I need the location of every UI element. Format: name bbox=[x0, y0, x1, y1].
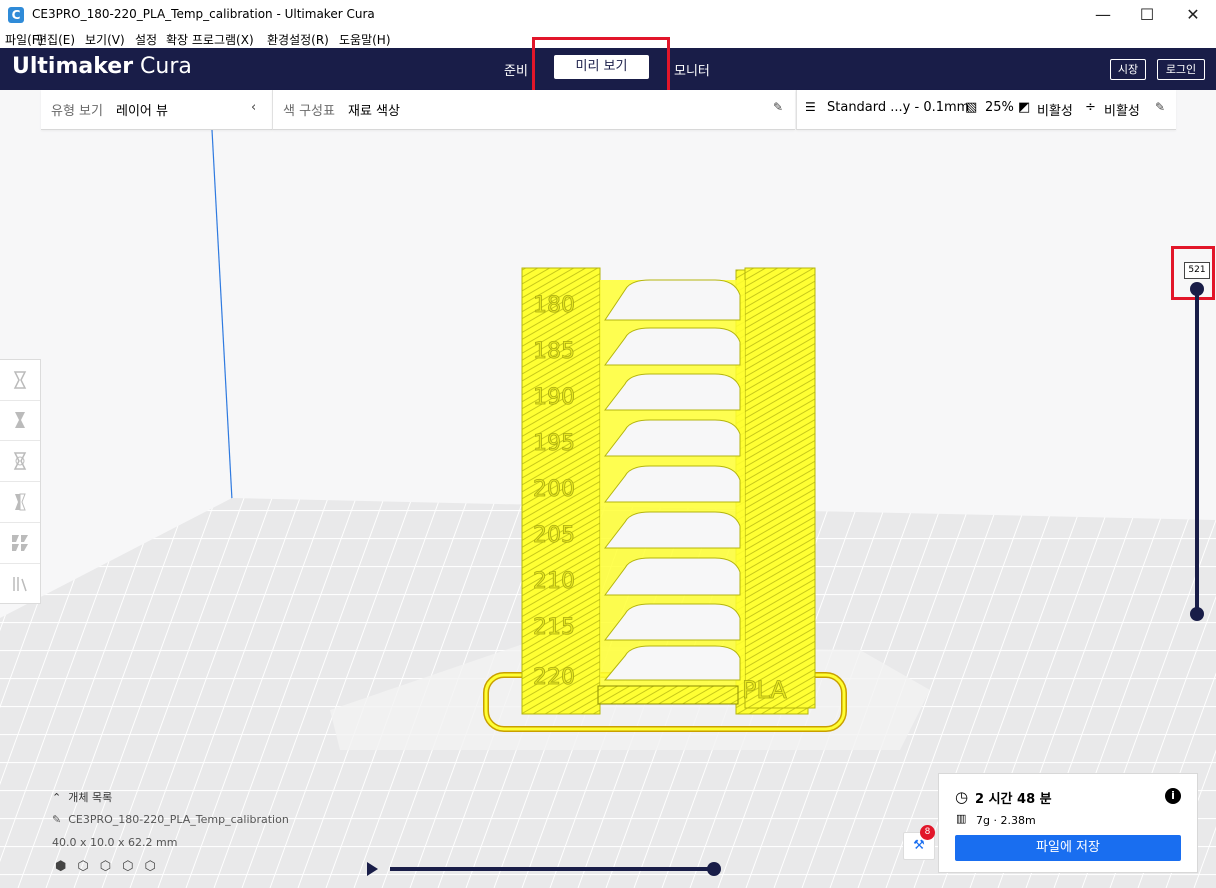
material-usage: 7g · 2.38m bbox=[976, 814, 1036, 827]
infill-value: 25% bbox=[985, 100, 1014, 115]
rotate-tool-icon[interactable] bbox=[0, 441, 40, 482]
save-to-file-button[interactable]: 파일에 저장 bbox=[955, 835, 1181, 861]
adhesion-icon: ÷ bbox=[1085, 100, 1096, 115]
object-filename-row: ✎ CE3PRO_180-220_PLA_Temp_calibration bbox=[52, 813, 289, 826]
layer-slider-lower-handle[interactable] bbox=[1190, 607, 1204, 621]
tab-prepare[interactable]: 준비 bbox=[504, 60, 528, 79]
view-top-icon[interactable]: ⬡ bbox=[100, 859, 122, 874]
edit-settings-pencil-icon[interactable]: ✎ bbox=[1155, 100, 1165, 114]
menu-help[interactable]: 도움말(H) bbox=[339, 31, 391, 48]
highlight-box-preview bbox=[532, 37, 670, 96]
3d-viewport[interactable]: 180 185 190 195 200 205 210 215 220 PLA bbox=[0, 90, 1216, 888]
simulation-slider-handle[interactable] bbox=[707, 862, 721, 876]
view-front-icon[interactable]: ⬡ bbox=[77, 859, 99, 874]
play-icon[interactable] bbox=[367, 862, 378, 876]
per-model-settings-icon[interactable] bbox=[0, 523, 40, 564]
view-type-value[interactable]: 레이어 뷰 bbox=[116, 100, 168, 119]
maximize-button[interactable]: ☐ bbox=[1124, 0, 1170, 30]
object-list-toggle[interactable]: ⌃ 개체 목록 bbox=[52, 789, 112, 805]
infill-icon: ▧ bbox=[965, 100, 978, 115]
temp-label-215: 215 bbox=[533, 615, 575, 640]
collapse-chevron-icon[interactable]: ‹ bbox=[251, 100, 256, 115]
layer-slider-upper-handle[interactable] bbox=[1190, 282, 1204, 296]
print-time: 2 시간 48 분 bbox=[975, 792, 1052, 807]
camera-view-buttons[interactable]: ⬢⬡⬡⬡⬡ bbox=[55, 859, 167, 874]
view-left-icon[interactable]: ⬡ bbox=[122, 859, 144, 874]
view-type-label: 유형 보기 bbox=[51, 104, 103, 119]
support-value: 비활성 bbox=[1037, 104, 1073, 119]
layer-slider-track[interactable] bbox=[1195, 289, 1199, 614]
scale-tool-icon[interactable] bbox=[0, 400, 40, 441]
edit-pencil-icon[interactable]: ✎ bbox=[52, 813, 61, 826]
material-label: PLA bbox=[742, 676, 787, 704]
close-button[interactable]: ✕ bbox=[1170, 0, 1216, 30]
temp-label-180: 180 bbox=[533, 293, 575, 318]
tab-monitor[interactable]: 모니터 bbox=[674, 60, 710, 79]
move-tool-icon[interactable] bbox=[0, 360, 40, 401]
temp-label-210: 210 bbox=[533, 569, 575, 594]
menu-settings[interactable]: 설정 bbox=[135, 31, 157, 48]
object-list-header: 개체 목록 bbox=[68, 791, 113, 804]
color-scheme-value[interactable]: 재료 색상 bbox=[348, 100, 400, 119]
mirror-tool-icon[interactable] bbox=[0, 482, 40, 523]
temp-label-205: 205 bbox=[533, 523, 575, 548]
pencil-icon[interactable]: ✎ bbox=[773, 100, 783, 114]
clock-icon: ◷ bbox=[955, 788, 969, 806]
temp-label-185: 185 bbox=[533, 339, 575, 364]
simulation-slider-track[interactable] bbox=[390, 867, 714, 871]
color-scheme-label: 색 구성표 bbox=[283, 104, 335, 119]
tool-sidebar bbox=[0, 359, 41, 604]
profile-icon: ☰ bbox=[805, 100, 816, 114]
profile-value: Standard ...y - 0.1mm bbox=[827, 100, 970, 115]
cura-app-icon: C bbox=[8, 7, 24, 23]
support-blocker-icon[interactable] bbox=[0, 564, 40, 604]
adhesion-value: 비활성 bbox=[1104, 104, 1140, 119]
brand-logo: Ultimaker Cura bbox=[12, 54, 192, 79]
build-volume-edge bbox=[211, 129, 233, 501]
print-settings-panel[interactable]: ☰ Standard ...y - 0.1mm ▧ 25% ◩ 비활성 ÷ 비활… bbox=[796, 90, 1176, 130]
window-title: CE3PRO_180-220_PLA_Temp_calibration - Ul… bbox=[32, 7, 375, 21]
temp-label-220: 220 bbox=[533, 665, 575, 690]
menu-view[interactable]: 보기(V) bbox=[85, 31, 125, 48]
menu-edit[interactable]: 편집(E) bbox=[36, 31, 75, 48]
login-button[interactable]: 로그인 bbox=[1157, 59, 1205, 80]
object-filename: CE3PRO_180-220_PLA_Temp_calibration bbox=[68, 813, 289, 826]
color-scheme-panel[interactable]: 색 구성표 재료 색상 ✎ bbox=[272, 90, 795, 130]
minimize-button[interactable]: — bbox=[1080, 0, 1126, 30]
support-icon: ◩ bbox=[1018, 100, 1031, 115]
view-type-panel[interactable]: 유형 보기 레이어 뷰 ‹ bbox=[41, 90, 272, 130]
chevron-up-icon: ⌃ bbox=[52, 791, 62, 804]
marketplace-button[interactable]: 시장 bbox=[1110, 59, 1146, 80]
view-right-icon[interactable]: ⬡ bbox=[144, 859, 166, 874]
filament-icon: ▥ bbox=[956, 812, 967, 825]
build-plate-scene: 180 185 190 195 200 205 210 215 220 PLA bbox=[0, 129, 1216, 888]
temp-label-200: 200 bbox=[533, 477, 575, 502]
temp-label-190: 190 bbox=[533, 385, 575, 410]
view-3d-icon[interactable]: ⬢ bbox=[55, 859, 77, 874]
notification-badge: 8 bbox=[920, 825, 935, 840]
menu-extensions[interactable]: 확장 프로그램(X) bbox=[166, 31, 254, 48]
temp-label-195: 195 bbox=[533, 431, 575, 456]
info-icon[interactable]: i bbox=[1165, 788, 1181, 804]
menu-preferences[interactable]: 환경설정(R) bbox=[267, 31, 329, 48]
object-dimensions: 40.0 x 10.0 x 62.2 mm bbox=[52, 836, 178, 849]
